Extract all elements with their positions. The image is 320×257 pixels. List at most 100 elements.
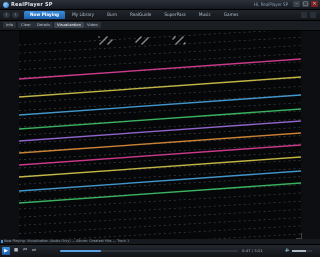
viz-sparkle [109,41,111,43]
title-bar: RealPlayer SP Hi, RealPlayer SP – □ × [0,0,320,10]
seek-bar[interactable] [60,250,238,252]
viz-sparkle [176,42,178,44]
viz-color-streak [19,76,301,98]
close-button[interactable]: × [311,1,318,7]
play-button[interactable]: ▶ [2,247,10,255]
viz-grey-streak [19,36,301,54]
right-margin [301,31,320,239]
visualization-canvas[interactable] [19,31,301,239]
visualization-graphic [19,31,301,239]
maximize-button[interactable]: □ [302,1,309,7]
nav-tabs: Now Playing My Library Burn RealGuide Su… [24,11,244,19]
viz-sparkle [145,39,147,41]
viz-sparkle [135,41,137,43]
viz-sparkle [144,40,146,42]
viz-sparkle [137,39,139,41]
viz-grey-streak [19,168,301,185]
viz-sparkle [106,36,108,38]
viz-sparkle [104,38,106,40]
viz-grey-streak [19,200,301,218]
viz-sparkle [107,43,109,45]
sub-toolbar: Info Clear Details Visualization Video [0,21,320,31]
viz-sparkle [100,42,102,44]
viz-sparkle [110,40,112,42]
tab-superpass[interactable]: SuperPass [158,11,192,19]
viz-sparkle [172,38,174,40]
viz-sparkle [182,36,184,38]
nav-right-tools [301,12,316,18]
status-icon [1,240,3,243]
viz-grey-streak [19,217,301,234]
minimize-button[interactable]: – [293,1,300,7]
seek-bar-fill [60,250,101,252]
realplayer-logo-icon [3,1,9,8]
viz-sparkle [178,40,180,42]
video-button[interactable]: Video [84,22,101,28]
back-button[interactable]: ‹ [3,12,10,18]
viz-grey-streak [19,31,272,46]
tab-games[interactable]: Games [218,11,245,19]
viz-grey-streak [19,143,301,161]
tab-burn[interactable]: Burn [101,11,123,19]
viz-sparkle [101,41,103,43]
tab-realguide[interactable]: RealGuide [124,11,157,19]
viz-sparkle [184,42,186,44]
stop-button[interactable]: ■ [13,248,19,254]
viz-sparkle [142,42,144,44]
app-title: RealPlayer SP [11,1,53,8]
viz-grey-streak [19,176,301,193]
viz-sparkle [140,36,142,38]
viz-sparkle [99,43,101,45]
viz-grey-streak [19,69,301,87]
viz-sparkle [108,42,110,44]
viz-color-streak [19,182,301,204]
history-buttons: ‹ › [3,12,19,18]
clear-button[interactable]: Clear [18,22,34,28]
tab-music[interactable]: Music [193,11,217,19]
viz-sparkle [102,40,104,42]
viz-sparkle [105,37,107,39]
viz-grey-streak [19,209,301,226]
viz-sparkle [180,38,182,40]
viz-sparkle [141,43,143,45]
viz-color-streak [19,58,301,80]
viz-sparkle [111,39,113,41]
viz-grey-streak [19,192,301,210]
left-margin [0,31,19,239]
user-label[interactable]: Hi, RealPlayer SP [254,1,288,8]
nav-bar: ‹ › Now Playing My Library Burn RealGuid… [0,10,320,21]
viz-sparkle [177,41,179,43]
tab-my-library[interactable]: My Library [66,11,100,19]
viz-grey-streak [19,94,301,111]
viz-sparkle [175,43,177,45]
viz-sparkle [98,36,100,38]
settings-icon[interactable] [310,12,316,18]
tab-now-playing[interactable]: Now Playing [24,11,66,19]
volume-icon[interactable]: 🔈 [285,248,291,253]
viz-sparkle [136,40,138,42]
viz-sparkle [146,38,148,40]
search-icon[interactable] [301,12,307,18]
previous-button[interactable]: ⏮ [22,248,28,254]
viz-sparkle [143,41,145,43]
info-button[interactable]: Info [3,22,17,28]
viz-sparkle [174,36,176,38]
player-controls: ▶ ■ ⏮ ⏭ 0:47 / 3:21 🔈 [0,244,320,257]
window-controls: – □ × [293,1,318,7]
forward-button[interactable]: › [12,12,19,18]
next-button[interactable]: ⏭ [31,248,37,254]
visualization-button[interactable]: Visualization [54,22,84,28]
volume-slider[interactable] [292,250,312,252]
volume-slider-fill [292,250,306,252]
details-button[interactable]: Details [34,22,54,28]
viz-color-streak [19,144,301,166]
viz-sparkle [139,37,141,39]
viz-sparkle [183,43,185,45]
viz-sparkle [138,38,140,40]
viz-grey-streak [19,118,301,136]
viz-grey-streak [19,45,301,62]
player-window: RealPlayer SP Hi, RealPlayer SP – □ × ‹ … [0,0,320,257]
viz-sparkle [181,37,183,39]
viz-grey-streak [62,225,301,239]
time-display: 0:47 / 3:21 [242,248,263,253]
